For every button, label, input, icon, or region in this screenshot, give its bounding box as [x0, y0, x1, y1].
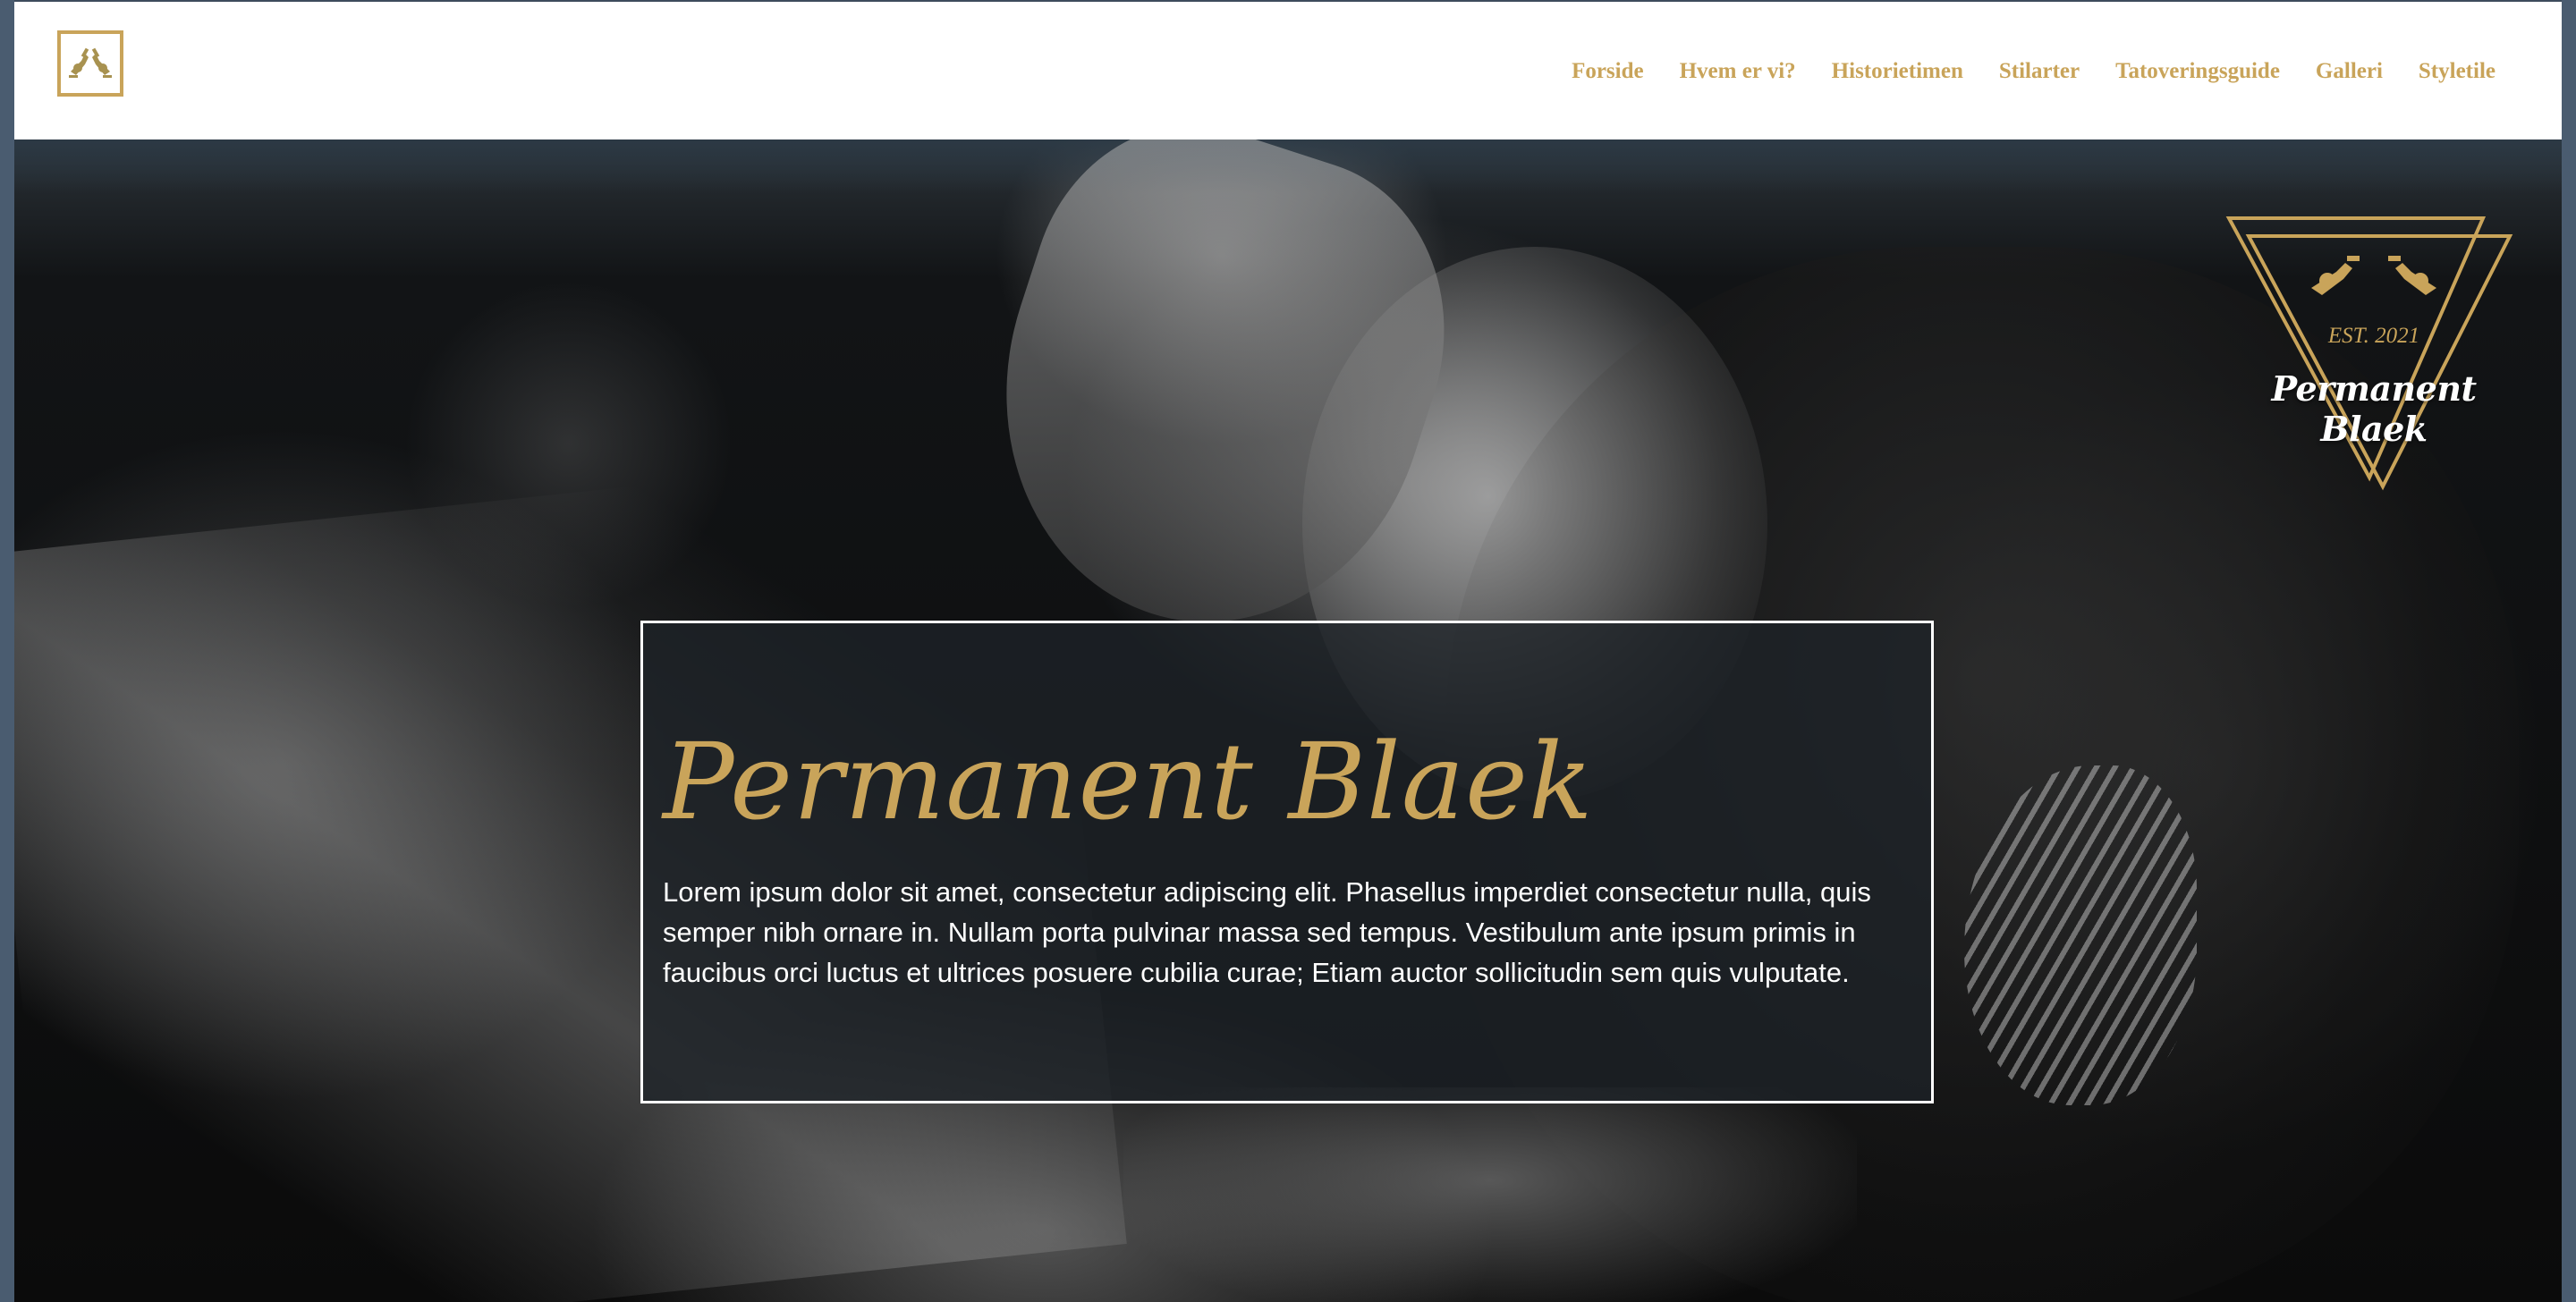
nav-item-galleri[interactable]: Galleri [2316, 59, 2383, 84]
site-header: Forside Hvem er vi? Historietimen Stilar… [14, 0, 2562, 140]
nav-item-hvem-er-vi[interactable]: Hvem er vi? [1680, 59, 1796, 84]
nav-item-tatoveringsguide[interactable]: Tatoveringsguide [2115, 59, 2280, 84]
triangle-emblem-icon [2225, 216, 2513, 491]
hero-paragraph: Lorem ipsum dolor sit amet, consectetur … [663, 876, 1871, 988]
nav-item-historietimen[interactable]: Historietimen [1832, 59, 1963, 84]
hero-photo-hands [1123, 1087, 1857, 1302]
hero-photo-wing-print [1964, 765, 2197, 1105]
nav-item-forside[interactable]: Forside [1572, 59, 1644, 84]
hero-photo-cap [943, 140, 1492, 676]
hero-top-shadow [14, 140, 2562, 193]
nav-item-stilarter[interactable]: Stilarter [1999, 59, 2080, 84]
hero-title: Permanent Blaek [663, 720, 1594, 843]
home-logo-link[interactable] [57, 30, 123, 97]
emblem-brand-name: Permanent Blaek [2271, 368, 2477, 449]
brand-emblem: EST. 2021 Permanent Blaek [2222, 209, 2526, 504]
browser-viewport: Forside Hvem er vi? Historietimen Stilar… [14, 0, 2562, 1302]
main-nav: Forside Hvem er vi? Historietimen Stilar… [1572, 2, 2496, 141]
emblem-established: EST. 2021 [2327, 324, 2420, 348]
hero-text-box: Permanent Blaek Lorem ipsum dolor sit am… [640, 621, 1934, 1103]
tattoo-machines-icon [69, 47, 112, 78]
hero-section: EST. 2021 Permanent Blaek Permanent Blae… [14, 140, 2562, 1302]
nav-item-styletile[interactable]: Styletile [2419, 59, 2496, 84]
